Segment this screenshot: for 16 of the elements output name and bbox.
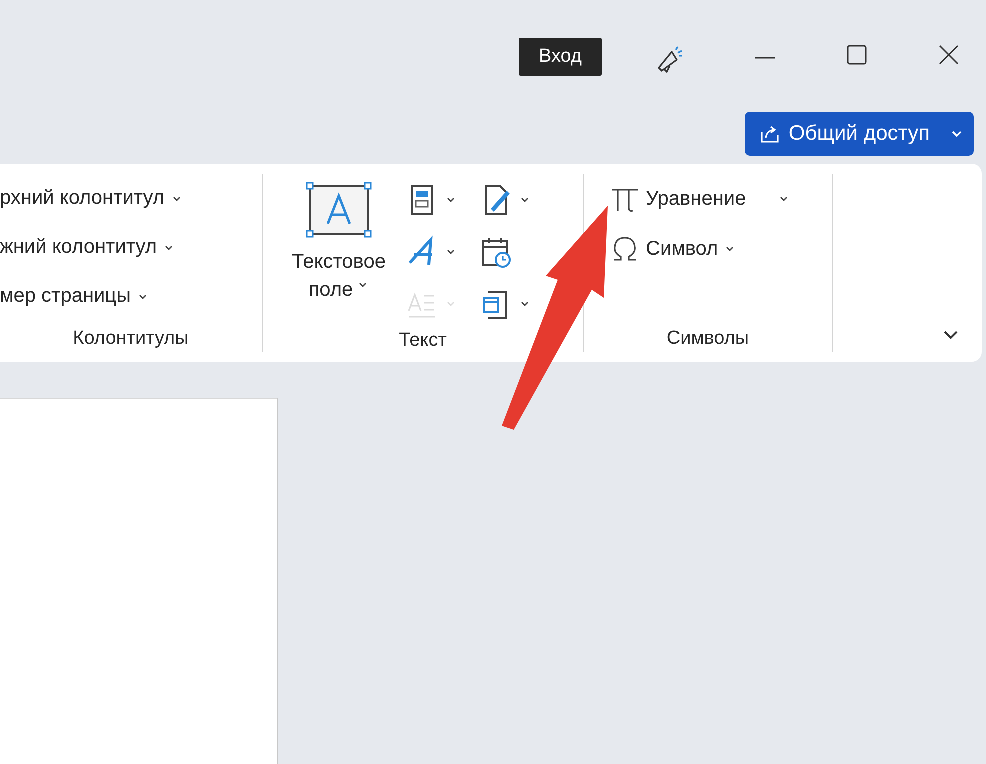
group-label: Текст	[398, 330, 448, 353]
ribbon-menu-button[interactable]: жний колонтитул	[0, 223, 262, 272]
text-box-button[interactable]: Текстовое поле	[281, 174, 397, 330]
symbol-button[interactable]: Символ	[610, 224, 736, 274]
datetime-icon	[479, 235, 513, 269]
sign-in-button[interactable]: Вход	[519, 38, 602, 76]
share-label: Общий доступ	[788, 122, 930, 146]
text-box-icon	[306, 182, 372, 238]
close-icon[interactable]	[938, 44, 960, 66]
equation-button[interactable]: Уравнение	[610, 174, 790, 224]
group-label: Символы	[666, 328, 750, 351]
ribbon-menu-button[interactable]: мер страницы	[0, 272, 262, 321]
share-button[interactable]: Общий доступ	[744, 112, 974, 156]
group-label: Колонтитулы	[72, 328, 190, 351]
maximize-icon[interactable]	[846, 44, 868, 66]
ribbon-menu-button[interactable]: рхний колонтитул	[0, 174, 262, 223]
